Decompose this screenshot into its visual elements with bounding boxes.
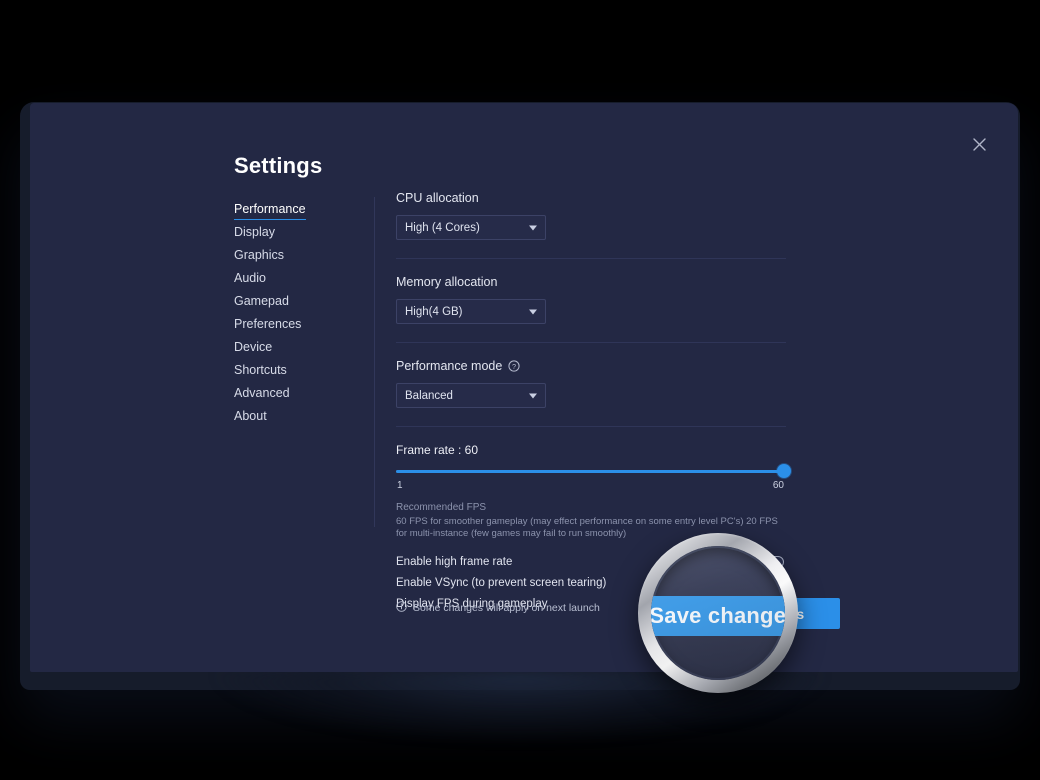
save-changes-button[interactable]: Save changes xyxy=(673,598,840,629)
sidebar-item-shortcuts[interactable]: Shortcuts xyxy=(234,359,287,382)
chevron-down-icon xyxy=(529,225,537,230)
field-cpu-allocation: CPU allocation High (4 Cores) xyxy=(396,191,788,240)
memory-allocation-label: Memory allocation xyxy=(396,275,498,289)
cpu-allocation-label: CPU allocation xyxy=(396,191,479,205)
settings-sidebar: Performance Display Graphics Audio Gamep… xyxy=(234,198,374,428)
toggle-row-high-frame-rate: Enable high frame rate xyxy=(396,551,784,572)
toggle-row-vsync: Enable VSync (to prevent screen tearing) xyxy=(396,572,784,593)
memory-allocation-value: High(4 GB) xyxy=(405,305,463,318)
toggle-vsync[interactable] xyxy=(760,576,784,589)
performance-mode-label-text: Performance mode xyxy=(396,359,503,373)
sidebar-item-device[interactable]: Device xyxy=(234,336,272,359)
divider xyxy=(396,426,786,427)
slider-fill xyxy=(396,470,784,473)
cpu-allocation-value: High (4 Cores) xyxy=(405,221,480,234)
sidebar-item-advanced[interactable]: Advanced xyxy=(234,382,290,405)
footer-note: Some changes will apply on next launch xyxy=(396,601,600,615)
memory-allocation-select[interactable]: High(4 GB) xyxy=(396,299,546,324)
slider-min-label: 1 xyxy=(397,480,403,491)
toggle-high-frame-rate[interactable] xyxy=(760,555,784,568)
performance-mode-select[interactable]: Balanced xyxy=(396,383,546,408)
toggle-label: Enable high frame rate xyxy=(396,555,513,568)
svg-text:?: ? xyxy=(512,362,516,371)
sidebar-item-display[interactable]: Display xyxy=(234,221,275,244)
chevron-down-icon xyxy=(529,393,537,398)
recommended-fps-body: 60 FPS for smoother gameplay (may effect… xyxy=(396,516,778,539)
performance-mode-label: Performance mode ? xyxy=(396,359,788,373)
page-title: Settings xyxy=(234,153,323,178)
slider-range-labels: 1 60 xyxy=(396,480,784,494)
sidebar-item-graphics[interactable]: Graphics xyxy=(234,244,284,267)
sidebar-item-about[interactable]: About xyxy=(234,405,267,428)
frame-rate-title: Frame rate : 60 xyxy=(396,443,479,457)
sidebar-item-preferences[interactable]: Preferences xyxy=(234,313,301,336)
performance-mode-value: Balanced xyxy=(405,389,453,402)
frame-rate-slider[interactable] xyxy=(396,464,791,478)
sidebar-item-gamepad[interactable]: Gamepad xyxy=(234,290,289,313)
field-memory-allocation: Memory allocation High(4 GB) xyxy=(396,275,788,324)
field-performance-mode: Performance mode ? Balanced xyxy=(396,359,788,408)
chevron-down-icon xyxy=(529,309,537,314)
close-icon[interactable] xyxy=(966,131,992,157)
screen-root: Settings Performance Display Graphics Au… xyxy=(0,0,1040,780)
slider-knob[interactable] xyxy=(777,464,791,478)
toggle-knob xyxy=(762,579,770,586)
sidebar-item-performance[interactable]: Performance xyxy=(234,198,306,221)
toggle-knob xyxy=(762,558,770,565)
frame-rate-section: Frame rate : 60 1 60 Recommended FPS 60 … xyxy=(396,443,791,540)
settings-content: CPU allocation High (4 Cores) Memory all… xyxy=(396,191,791,614)
footer-note-text: Some changes will apply on next launch xyxy=(413,602,600,614)
divider xyxy=(396,258,786,259)
sidebar-divider xyxy=(374,197,375,527)
cpu-allocation-select[interactable]: High (4 Cores) xyxy=(396,215,546,240)
sidebar-item-audio[interactable]: Audio xyxy=(234,267,266,290)
slider-max-label: 60 xyxy=(772,480,784,491)
question-circle-icon[interactable]: ? xyxy=(508,360,520,372)
divider xyxy=(396,342,786,343)
info-circle-icon xyxy=(396,601,407,615)
settings-dialog: Settings Performance Display Graphics Au… xyxy=(30,103,1018,672)
recommended-fps-heading: Recommended FPS xyxy=(396,502,487,513)
toggle-label: Enable VSync (to prevent screen tearing) xyxy=(396,576,607,589)
